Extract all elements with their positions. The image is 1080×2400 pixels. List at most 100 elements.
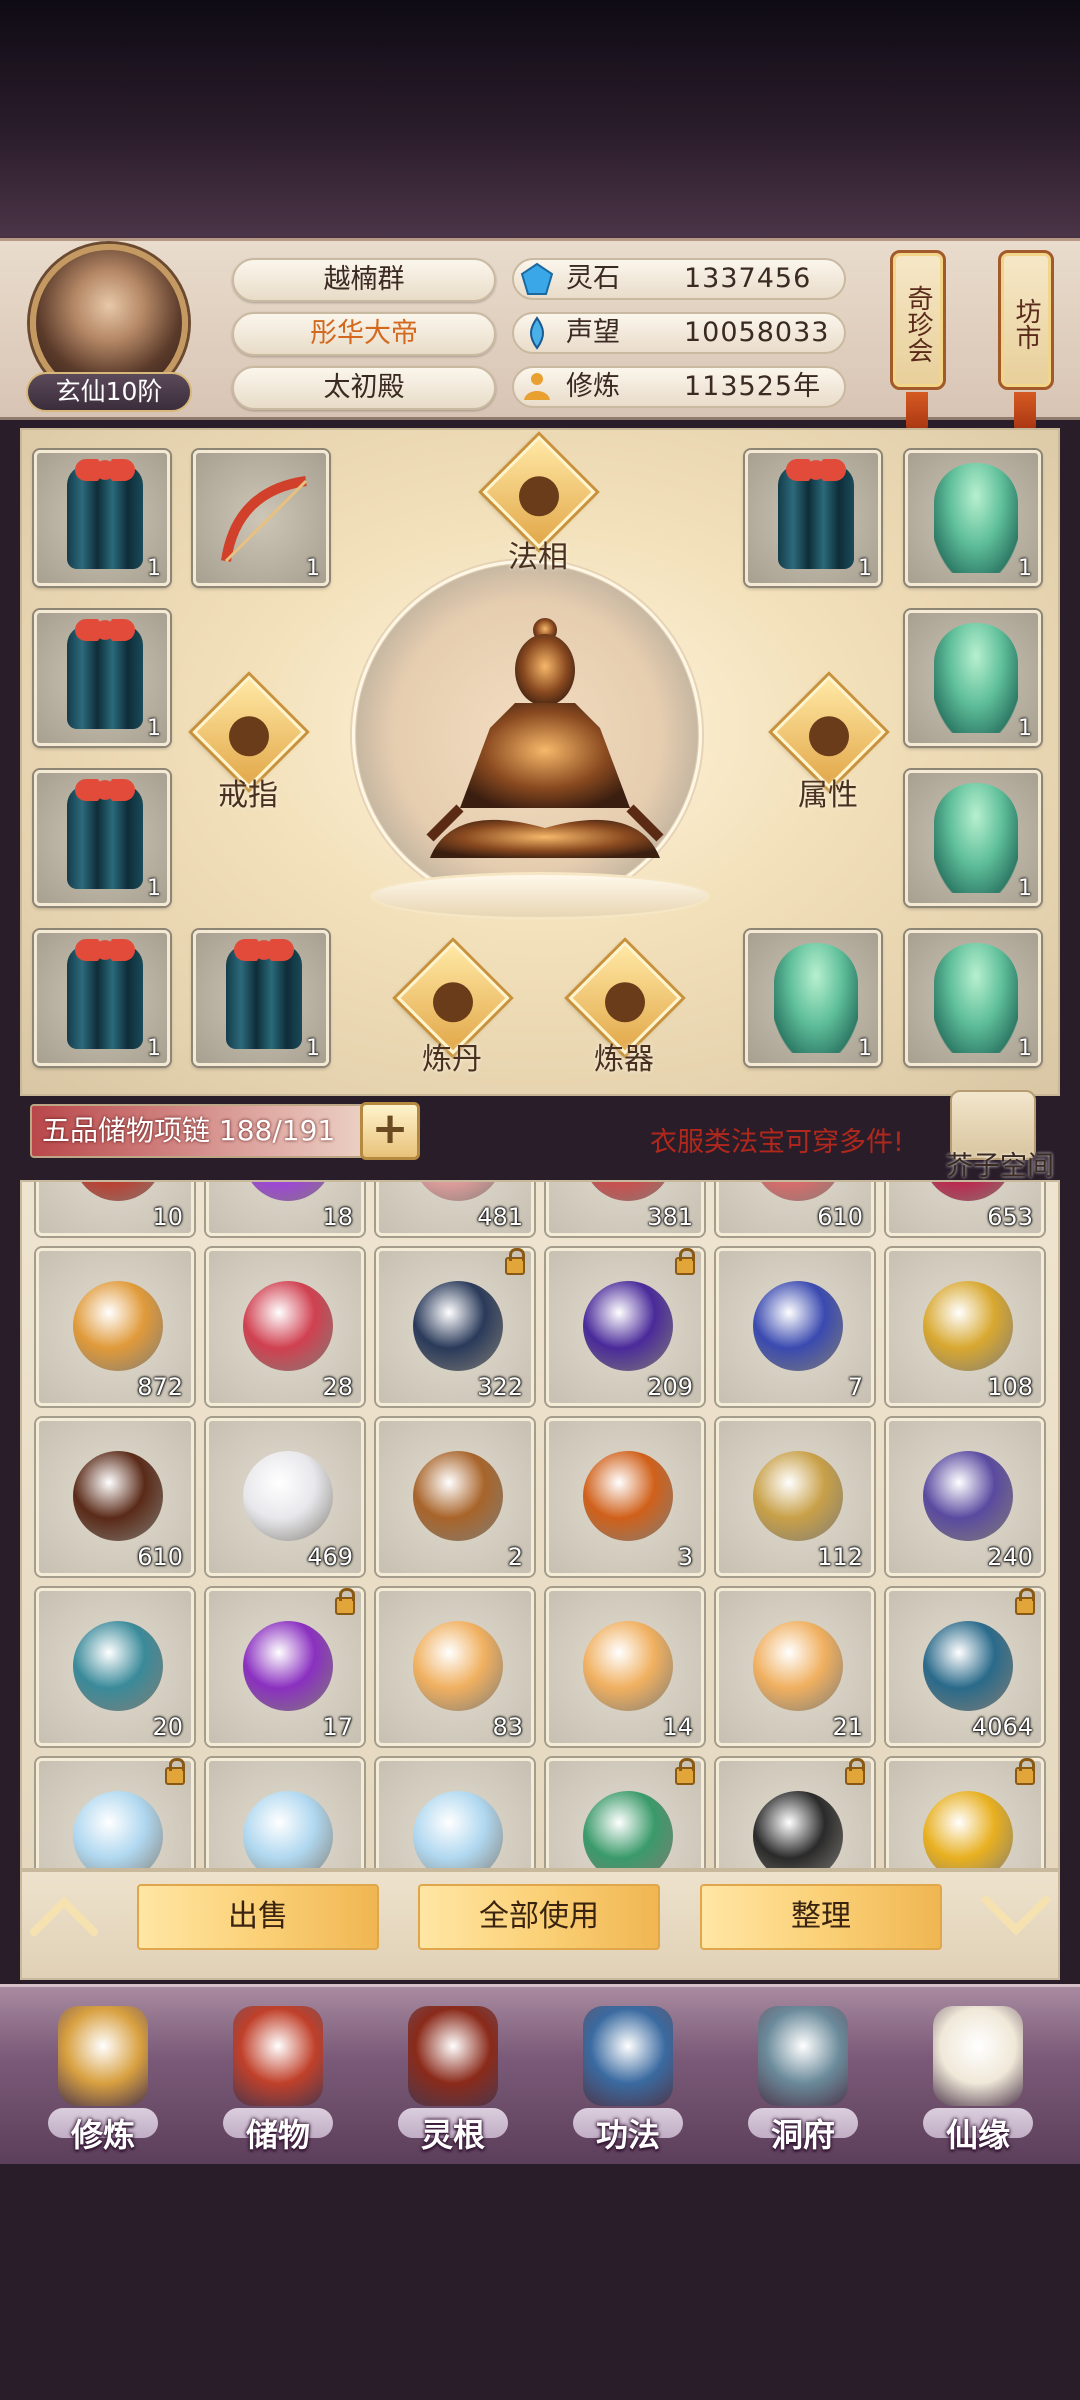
techniques-tab[interactable]: 功法 (553, 2000, 703, 2160)
item-icon (923, 1621, 1013, 1711)
inventory-slot[interactable]: 112 (716, 1418, 874, 1576)
game-screen: { "profile": { "name": "越楠群", "title": "… (0, 0, 1080, 2400)
storage-tab[interactable]: 储物 (203, 2000, 353, 2160)
inventory-slot[interactable]: 28 (206, 1248, 364, 1406)
inventory-slot[interactable]: 322 (376, 1248, 534, 1406)
inventory-slot[interactable]: 381 (546, 1182, 704, 1236)
inventory-slot[interactable]: 240 (886, 1418, 1044, 1576)
item-count: 469 (307, 1543, 353, 1571)
lock-icon (1015, 1758, 1035, 1785)
inventory-slot[interactable]: 10 (36, 1182, 194, 1236)
item-count: 20 (152, 1713, 183, 1741)
item-count: 7 (847, 1373, 863, 1401)
nav-label: 修炼 (70, 2116, 135, 2154)
inventory-slot[interactable]: 653 (886, 1182, 1044, 1236)
robe-icon (67, 939, 143, 1049)
equipment-slot[interactable]: 1 (745, 450, 881, 586)
expand-storage-button[interactable]: + (360, 1102, 420, 1160)
ring-label: 戒指 (218, 778, 278, 813)
item-icon (243, 1791, 333, 1868)
inventory-slot[interactable] (716, 1758, 874, 1868)
scroll-down-icon[interactable] (980, 1892, 1052, 1940)
inventory-slot[interactable]: 481 (376, 1182, 534, 1236)
item-count: 18 (322, 1203, 353, 1231)
inventory-slot[interactable]: 17 (206, 1588, 364, 1746)
item-count: 1 (306, 1036, 320, 1061)
item-icon (243, 1451, 333, 1541)
storage-hint: 衣服类法宝可穿多件! (650, 1127, 904, 1158)
lock-icon (505, 1248, 525, 1275)
equipment-slot[interactable]: 1 (34, 610, 170, 746)
inventory-slot[interactable]: 3 (546, 1418, 704, 1576)
inventory-slot[interactable]: 20 (36, 1588, 194, 1746)
lock-icon (675, 1248, 695, 1275)
sell-button[interactable]: 出售 (137, 1884, 379, 1950)
inventory-slot[interactable] (36, 1758, 194, 1868)
equipment-slot[interactable]: 1 (34, 450, 170, 586)
lock-icon (165, 1758, 185, 1785)
resource-label: 声望 (566, 317, 620, 348)
resource-prestige: 声望 10058033 (512, 312, 846, 354)
item-icon (413, 1281, 503, 1371)
ring-icon (229, 716, 269, 757)
inventory-slot[interactable]: 108 (886, 1248, 1044, 1406)
spirit-root-tab[interactable]: 灵根 (378, 2000, 528, 2160)
meditating-figure-icon (426, 618, 664, 858)
jade-spirit-icon (934, 463, 1018, 573)
item-count: 4064 (971, 1713, 1033, 1741)
equipment-slot[interactable]: 1 (905, 930, 1041, 1066)
inventory-grid[interactable]: 10 18 481 381 610 653 872 28 322 209 7 108 610 469 2 3 1… (20, 1180, 1060, 1870)
lock-icon (335, 1588, 355, 1615)
equipment-slot[interactable]: 1 (905, 450, 1041, 586)
market-button[interactable]: 坊市 (998, 250, 1054, 390)
cave-tab[interactable]: 洞府 (728, 2000, 878, 2160)
nav-label: 储物 (245, 2116, 310, 2154)
equipment-slot[interactable]: 1 (193, 450, 329, 586)
inventory-slot[interactable]: 610 (716, 1182, 874, 1236)
inventory-slot[interactable] (206, 1758, 364, 1868)
player-sect[interactable]: 太初殿 (232, 366, 496, 410)
prestige-icon (530, 316, 544, 350)
inventory-slot[interactable] (376, 1758, 534, 1868)
equipment-slot[interactable]: 1 (193, 930, 329, 1066)
fate-tab[interactable]: 仙缘 (903, 2000, 1053, 2160)
scroll-up-icon[interactable] (28, 1892, 100, 1940)
inventory-slot[interactable]: 4064 (886, 1588, 1044, 1746)
alchemy-label: 炼丹 (422, 1042, 482, 1077)
item-count: 322 (477, 1373, 523, 1401)
item-icon (243, 1621, 333, 1711)
inventory-slot[interactable] (546, 1758, 704, 1868)
item-icon (413, 1621, 503, 1711)
resource-value: 113525年 (684, 371, 822, 402)
equipment-slot[interactable]: 1 (34, 930, 170, 1066)
equipment-slot[interactable]: 1 (745, 930, 881, 1066)
player-title[interactable]: 彤华大帝 (232, 312, 496, 356)
inventory-slot[interactable]: 469 (206, 1418, 364, 1576)
lock-icon (845, 1758, 865, 1785)
inventory-slot[interactable]: 14 (546, 1588, 704, 1746)
equipment-slot[interactable]: 1 (905, 770, 1041, 906)
inventory-slot[interactable]: 872 (36, 1248, 194, 1406)
inventory-slot[interactable]: 7 (716, 1248, 874, 1406)
inventory-slot[interactable]: 21 (716, 1588, 874, 1746)
sort-button[interactable]: 整理 (700, 1884, 942, 1950)
anvil-icon (605, 982, 645, 1023)
inventory-slot[interactable]: 83 (376, 1588, 534, 1746)
cauldron-icon (433, 982, 473, 1023)
inventory-slot[interactable]: 2 (376, 1418, 534, 1576)
cultivate-tab[interactable]: 修炼 (28, 2000, 178, 2160)
inventory-slot[interactable]: 610 (36, 1418, 194, 1576)
item-count: 83 (492, 1713, 523, 1741)
equipment-slot[interactable]: 1 (34, 770, 170, 906)
equipment-slot[interactable]: 1 (905, 610, 1041, 746)
use-all-button[interactable]: 全部使用 (418, 1884, 660, 1950)
inventory-slot[interactable]: 209 (546, 1248, 704, 1406)
inventory-slot[interactable]: 18 (206, 1182, 364, 1236)
inventory-slot[interactable] (886, 1758, 1044, 1868)
mustard-space-label[interactable]: 芥子空间 (946, 1144, 1054, 1183)
treasure-hall-button[interactable]: 奇珍会 (890, 250, 946, 390)
item-count: 2 (507, 1543, 523, 1571)
item-icon (923, 1451, 1013, 1541)
item-count: 1 (147, 556, 161, 581)
jade-spirit-icon (934, 783, 1018, 893)
